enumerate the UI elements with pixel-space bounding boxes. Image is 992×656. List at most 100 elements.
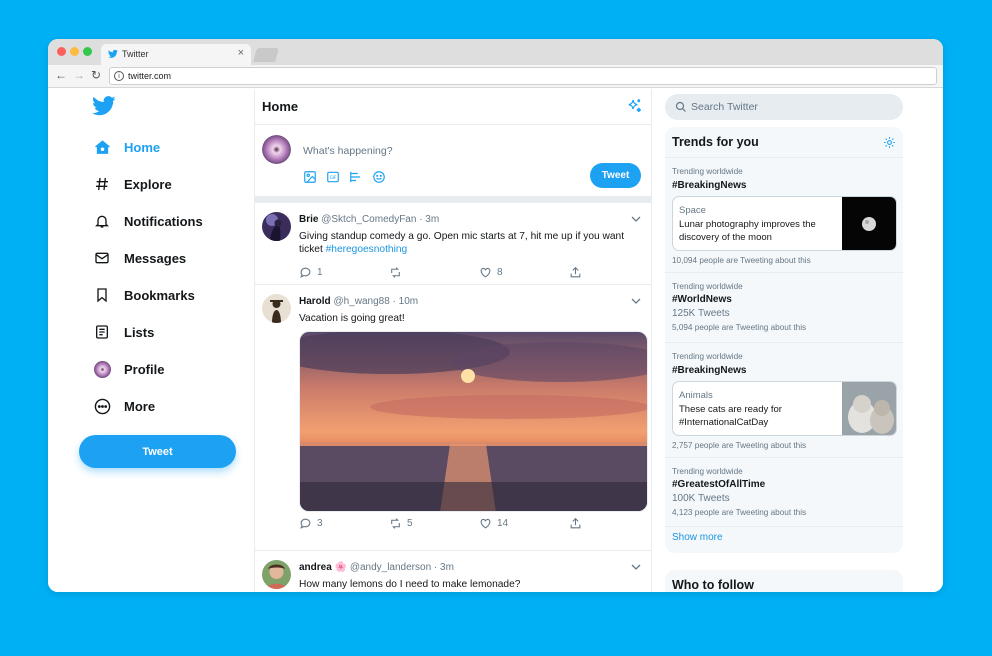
search-input[interactable]: Search Twitter [665, 94, 903, 120]
sidebar-tweet-button[interactable]: Tweet [79, 435, 236, 468]
new-tab-button[interactable] [253, 48, 279, 62]
who-to-follow-panel: Who to follow [665, 570, 903, 592]
reply-icon [300, 267, 311, 278]
avatar[interactable] [262, 560, 291, 589]
reply-count: 1 [317, 267, 323, 278]
heart-icon [480, 267, 491, 278]
gear-icon[interactable] [883, 136, 896, 149]
tab-close-icon[interactable]: × [238, 47, 244, 59]
trend-subtext: 10,094 people are Tweeting about this [672, 256, 811, 265]
share-button[interactable] [569, 517, 651, 530]
reply-button[interactable]: 1 [299, 266, 389, 279]
sidebar-item-more[interactable]: More [93, 394, 155, 418]
browser-tab[interactable]: Twitter × [101, 44, 251, 65]
url-text: twitter.com [128, 71, 172, 81]
trend-subtext: 2,757 people are Tweeting about this [672, 441, 807, 450]
tweet-brie[interactable]: Brie @Sktch_ComedyFan · 3m Giving standu… [255, 203, 651, 285]
show-more-link[interactable]: Show more [672, 532, 723, 543]
sidebar-item-label: Home [124, 139, 161, 155]
tweet-text: How many lemons do I need to make lemona… [299, 579, 521, 590]
reply-icon [300, 518, 311, 529]
trend-news-card[interactable]: Animals These cats are ready for #Intern… [672, 381, 897, 436]
sparkle-icon[interactable] [626, 98, 643, 115]
user-name[interactable]: Brie [299, 214, 318, 225]
tweet-actions: 3 5 14 [299, 517, 651, 530]
search-placeholder: Search Twitter [691, 101, 758, 113]
sidebar-item-lists[interactable]: Lists [93, 320, 154, 344]
tweet-andrea[interactable]: andrea 🌸 @andy_landerson · 3m How many l… [255, 551, 651, 592]
sidebar-item-label: Bookmarks [124, 287, 195, 303]
share-button[interactable] [569, 266, 651, 279]
trend-meta: Trending worldwide [672, 282, 743, 291]
sidebar-item-home[interactable]: Home [93, 135, 160, 159]
trend-tag: #BreakingNews [672, 180, 747, 191]
image-icon[interactable] [302, 169, 317, 184]
user-name[interactable]: andrea [299, 562, 332, 573]
left-sidebar: Home Explore Notifications Messages Book… [48, 89, 254, 592]
compose-box: What's happening? GIF Tweet [255, 126, 651, 196]
sidebar-item-notifications[interactable]: Notifications [93, 209, 203, 233]
trends-title: Trends for you [672, 135, 759, 149]
reload-icon[interactable]: ↻ [91, 68, 101, 82]
trend-item[interactable]: Trending worldwide #GreatestOfAllTime 10… [665, 457, 903, 527]
card-category: Space [679, 205, 706, 216]
compose-tweet-button[interactable]: Tweet [590, 163, 641, 188]
page-title: Home [262, 99, 299, 114]
envelope-icon [93, 249, 111, 267]
tweet-harold[interactable]: Harold @h_wang88 · 10m Vacation is going… [255, 285, 651, 551]
sidebar-item-label: More [124, 398, 156, 414]
close-window-button[interactable] [57, 47, 66, 56]
avatar[interactable] [262, 212, 291, 241]
avatar[interactable] [262, 135, 291, 164]
cats-thumbnail [842, 382, 896, 435]
url-field[interactable]: i twitter.com [109, 67, 937, 85]
sidebar-item-messages[interactable]: Messages [93, 246, 186, 270]
emoji-icon[interactable] [371, 169, 386, 184]
like-button[interactable]: 14 [479, 517, 569, 530]
retweet-count: 5 [407, 518, 413, 529]
sidebar-item-profile[interactable]: Profile [93, 357, 164, 381]
card-headline: These cats are ready for #InternationalC… [679, 404, 782, 428]
retweet-button[interactable] [389, 266, 479, 279]
twitter-logo-icon[interactable] [92, 96, 116, 116]
trend-news-card[interactable]: Space Lunar photography improves the dis… [672, 196, 897, 251]
like-button[interactable]: 8 [479, 266, 569, 279]
chevron-down-icon[interactable] [630, 295, 642, 307]
trend-item[interactable]: Trending worldwide #WorldNews 125K Tweet… [665, 272, 903, 342]
tweet-image-sunset[interactable] [299, 331, 648, 512]
forward-arrow-icon[interactable]: → [73, 68, 85, 82]
poll-icon[interactable] [348, 169, 363, 184]
trend-item[interactable]: Trending worldwide #BreakingNews Animals… [665, 342, 903, 457]
user-name[interactable]: Harold [299, 296, 331, 307]
sidebar-item-label: Lists [124, 324, 155, 340]
moon-thumbnail [842, 197, 896, 250]
retweet-button[interactable]: 5 [389, 517, 479, 530]
maximize-window-button[interactable] [83, 47, 92, 56]
twitter-favicon-icon [108, 49, 118, 59]
chevron-down-icon[interactable] [630, 213, 642, 225]
trend-item[interactable]: Trending worldwide #BreakingNews Space L… [665, 157, 903, 272]
user-handle: @andy_landerson · 3m [349, 562, 454, 573]
chevron-down-icon[interactable] [630, 561, 642, 573]
avatar[interactable] [262, 294, 291, 323]
card-category: Animals [679, 390, 713, 401]
sidebar-item-bookmarks[interactable]: Bookmarks [93, 283, 195, 307]
compose-toolbar: GIF [302, 169, 386, 184]
trend-subtext: 4,123 people are Tweeting about this [672, 508, 807, 517]
gif-icon[interactable]: GIF [325, 169, 340, 184]
minimize-window-button[interactable] [70, 47, 79, 56]
sidebar-item-explore[interactable]: Explore [93, 172, 172, 196]
reply-button[interactable]: 3 [299, 517, 389, 530]
sidebar-item-label: Profile [124, 361, 165, 377]
trend-meta: Trending worldwide [672, 167, 743, 176]
compose-input[interactable]: What's happening? [303, 145, 393, 157]
tweet-header: andrea 🌸 @andy_landerson · 3m [299, 562, 454, 573]
hashtag-link[interactable]: #heregoesnothing [326, 244, 408, 255]
info-icon[interactable]: i [114, 71, 124, 81]
share-icon [570, 266, 581, 278]
timeline: Home What's happening? GIF Tweet Brie @S… [254, 89, 652, 592]
address-bar: ← → ↻ i twitter.com [48, 65, 943, 88]
timeline-header: Home [255, 89, 651, 125]
back-arrow-icon[interactable]: ← [55, 68, 67, 82]
browser-window: Twitter × ← → ↻ i twitter.com Home Explo… [48, 39, 943, 592]
